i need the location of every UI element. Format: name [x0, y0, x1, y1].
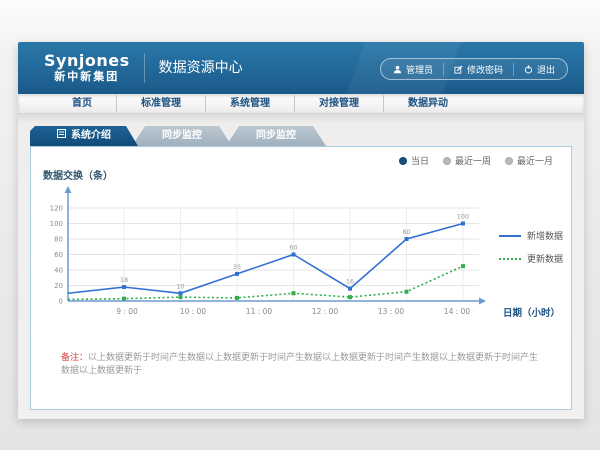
change-password-button[interactable]: 修改密码 — [443, 63, 503, 76]
tab-label: 系统介绍 — [71, 126, 111, 146]
svg-text:10: 10 — [176, 282, 184, 290]
nav-item-3[interactable]: 对接管理 — [294, 95, 383, 112]
radio-label: 最近一周 — [455, 154, 491, 167]
change-password-label: 修改密码 — [467, 63, 503, 76]
legend-label: 新增数据 — [527, 229, 563, 242]
chart-legend: 新增数据更新数据 — [499, 229, 563, 275]
svg-text:100: 100 — [457, 213, 469, 221]
tab-bar: 系统介绍 同步监控 同步监控 — [30, 126, 326, 146]
svg-text:0: 0 — [59, 298, 63, 306]
radio-label: 最近一月 — [517, 154, 553, 167]
svg-text:13 : 00: 13 : 00 — [378, 307, 405, 316]
radio-icon — [505, 157, 513, 165]
power-icon — [524, 65, 533, 74]
user-pill: 管理员 修改密码 退出 — [380, 58, 568, 80]
content-panel: 当日 最近一周 最近一月 数据交换（条） 0 20 40 60 80 100 120 9 : 00… — [30, 146, 572, 410]
svg-text:40: 40 — [54, 267, 63, 275]
legend-item-1[interactable]: 更新数据 — [499, 252, 563, 265]
svg-text:60: 60 — [54, 251, 63, 259]
tab-sync-monitor[interactable]: 同步监控 — [132, 126, 232, 146]
main-nav: 首页标准管理系统管理对接管理数据异动 — [18, 94, 584, 114]
app-header: Synjones 新中新集团 数据资源中心 管理员 修改密码 退出 — [18, 42, 584, 94]
note-label: 备注： — [61, 353, 88, 363]
svg-text:10 : 00: 10 : 00 — [180, 307, 207, 316]
logo-text-secondary: 新中新集团 — [44, 71, 130, 84]
page-title: 数据资源中心 — [144, 53, 243, 83]
x-axis-title: 日期（小时） — [503, 305, 560, 319]
nav-item-0[interactable]: 首页 — [48, 95, 116, 112]
svg-text:80: 80 — [54, 236, 63, 244]
user-name-label: 管理员 — [406, 63, 433, 76]
content-area: 系统介绍 同步监控 同步监控 当日 最近一周 最近一月 数据交换（条） 0 20 40 60 8… — [18, 114, 584, 419]
note: 备注：以上数据更新于时间产生数据以上数据更新于时间产生数据以上数据更新于时间产生… — [61, 352, 541, 377]
legend-line-sample — [499, 258, 521, 260]
tab-label: 同步监控 — [256, 126, 296, 146]
user-name-button[interactable]: 管理员 — [393, 63, 433, 76]
logout-label: 退出 — [537, 63, 555, 76]
nav-item-2[interactable]: 系统管理 — [205, 95, 294, 112]
tab-label: 同步监控 — [162, 126, 202, 146]
tab-sync-monitor-2[interactable]: 同步监控 — [226, 126, 326, 146]
nav-item-4[interactable]: 数据异动 — [383, 95, 472, 112]
y-axis-title: 数据交换（条） — [43, 167, 113, 182]
radio-option-0[interactable]: 当日 — [399, 154, 429, 167]
svg-text:9 : 00: 9 : 00 — [116, 307, 138, 316]
radio-icon — [443, 157, 451, 165]
logo-text-primary: Synjones — [44, 52, 130, 70]
svg-text:80: 80 — [402, 228, 410, 236]
app-window: Synjones 新中新集团 数据资源中心 管理员 修改密码 退出 — [18, 42, 584, 419]
time-filter-group: 当日 最近一周 最近一月 — [399, 154, 553, 167]
svg-text:11 : 00: 11 : 00 — [246, 307, 273, 316]
edit-icon — [454, 65, 463, 74]
radio-icon — [399, 157, 407, 165]
legend-item-0[interactable]: 新增数据 — [499, 229, 563, 242]
svg-text:120: 120 — [50, 205, 63, 213]
legend-label: 更新数据 — [527, 252, 563, 265]
svg-text:14 : 00: 14 : 00 — [444, 307, 471, 316]
logout-button[interactable]: 退出 — [513, 63, 555, 76]
radio-label: 当日 — [411, 154, 429, 167]
svg-text:20: 20 — [54, 282, 63, 290]
document-icon — [57, 126, 66, 146]
svg-text:35: 35 — [233, 263, 241, 271]
tab-system-intro[interactable]: 系统介绍 — [30, 126, 138, 146]
svg-text:100: 100 — [50, 220, 63, 228]
radio-option-2[interactable]: 最近一月 — [505, 154, 553, 167]
svg-text:16: 16 — [346, 278, 354, 286]
brand-logo: Synjones 新中新集团 — [44, 52, 130, 83]
person-icon — [393, 65, 402, 74]
svg-text:18: 18 — [120, 276, 128, 284]
radio-option-1[interactable]: 最近一周 — [443, 154, 491, 167]
svg-text:12 : 00: 12 : 00 — [312, 307, 339, 316]
legend-line-sample — [499, 235, 521, 237]
nav-item-1[interactable]: 标准管理 — [116, 95, 205, 112]
note-text: 以上数据更新于时间产生数据以上数据更新于时间产生数据以上数据更新于时间产生数据以… — [61, 353, 538, 376]
svg-text:60: 60 — [289, 244, 297, 252]
